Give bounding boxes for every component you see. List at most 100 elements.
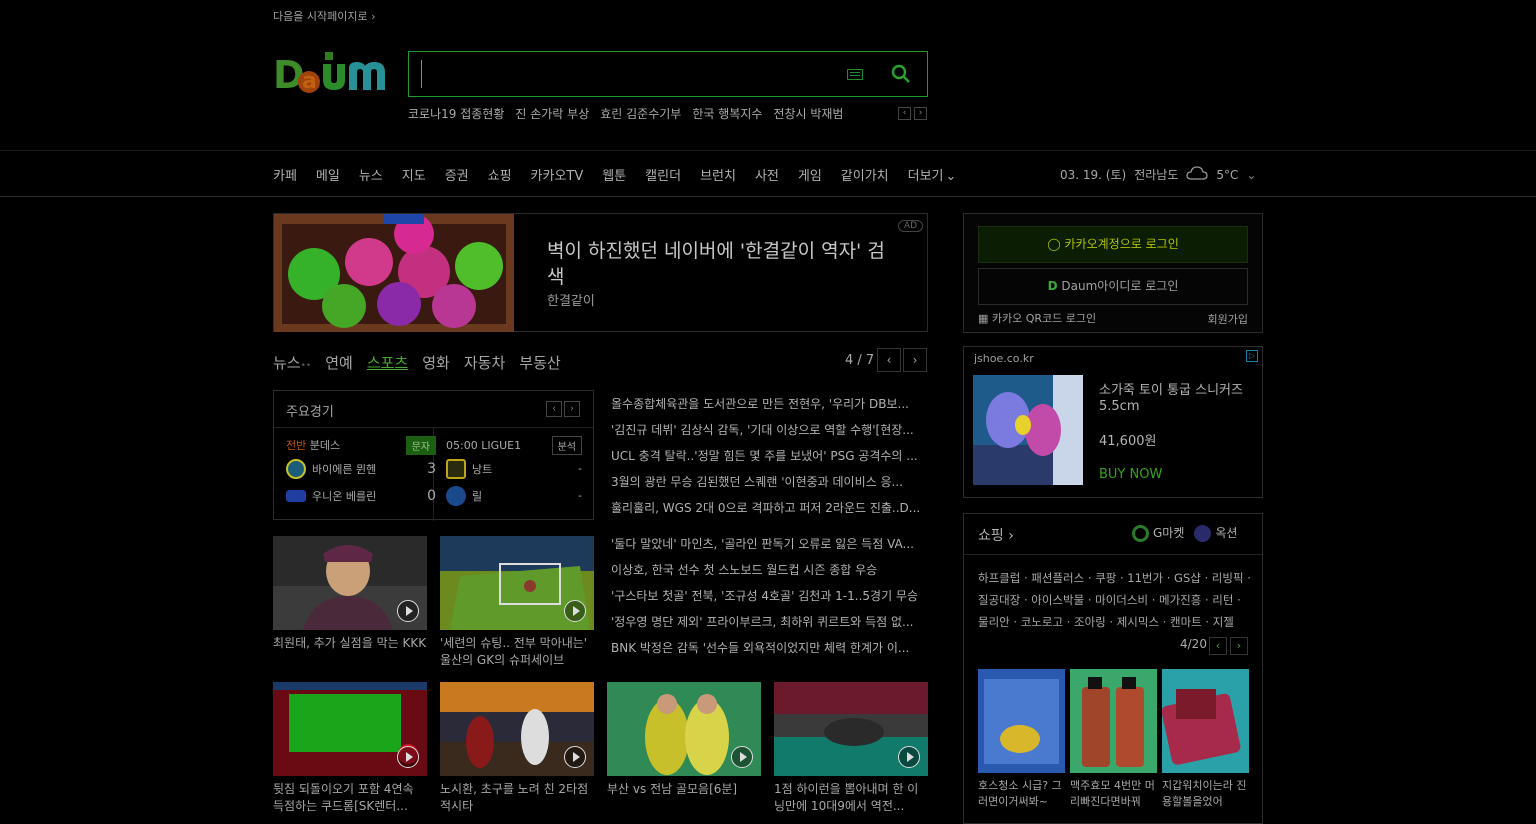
- video-thumb[interactable]: 노시환, 초구를 노려 친 2타점 적시타: [440, 682, 594, 815]
- tab-movie[interactable]: 영화: [422, 352, 450, 373]
- match-card[interactable]: 05:00 LIGUE1 분석 낭트 - 릴 -: [446, 435, 582, 509]
- kakao-login-button[interactable]: ◯ 카카오계정으로 로그인: [978, 226, 1248, 263]
- weather-temp: 5°C: [1216, 167, 1239, 182]
- trend-keyword[interactable]: 효린 김준수기부: [600, 105, 681, 122]
- match-card[interactable]: 전반 분데스 문자 바이에른 뮌헨 3 우니온 베를린 0: [286, 435, 436, 509]
- headline-item[interactable]: 올수종합체육관을 도서관으로 만든 전현우, '우리가 DB보...: [611, 397, 929, 423]
- play-icon: [397, 600, 419, 622]
- shopping-categories[interactable]: 하프클럽 · 패션플러스 · 쿠팡 · 11번가 · GS샵 · 리빙픽 · 질…: [978, 567, 1254, 633]
- gmarket-link[interactable]: G마켓: [1132, 524, 1184, 542]
- nav-item-news[interactable]: 뉴스: [359, 165, 383, 184]
- headline-item[interactable]: BNK 박정은 감독 '선수들 외욕적이었지만 체력 한계가 이...: [611, 641, 929, 667]
- match-time: 05:00: [446, 438, 478, 452]
- product-price: 41,600원: [1099, 434, 1157, 449]
- nav-item-shopping[interactable]: 쇼핑: [488, 165, 512, 184]
- speech-bubble-icon: ◯: [1047, 237, 1061, 251]
- auction-link[interactable]: 옥션: [1194, 524, 1237, 542]
- product-ad[interactable]: jshoe.co.kr ▷ 소가죽 토이 통굽 스니커즈 5.5cm 41,60…: [963, 346, 1263, 498]
- nav-item-dictionary[interactable]: 사전: [755, 165, 779, 184]
- match-text-badge[interactable]: 문자: [405, 435, 436, 455]
- headline-item[interactable]: 훌리훌리, WGS 2대 0으로 격파하고 퍼저 2라운드 진출..D...: [611, 501, 929, 527]
- nav-item-kakaotv[interactable]: 카카오TV: [531, 165, 584, 184]
- search-input[interactable]: [421, 60, 841, 88]
- chevron-down-icon[interactable]: ⌄: [1246, 168, 1256, 182]
- nav-item-map[interactable]: 지도: [402, 165, 426, 184]
- nav-item-stock[interactable]: 증권: [445, 165, 469, 184]
- nav-item-brunch[interactable]: 브런치: [700, 165, 736, 184]
- match-status: 전반 분데스: [286, 437, 340, 453]
- ad-info-icon[interactable]: ▷: [1246, 350, 1258, 362]
- ad-title[interactable]: 벽이 하진했던 네이버에 '한결같이 역자' 검색: [547, 238, 887, 290]
- headline-item[interactable]: '김진규 데뷔' 김상식 감독, '기대 이상으로 역할 수행'[현장...: [611, 423, 929, 449]
- daum-logo[interactable]: D a: [273, 50, 391, 98]
- video-thumb[interactable]: 부산 vs 전남 골모음[6분]: [607, 682, 761, 815]
- headline-item[interactable]: '정우영 명단 제외' 프라이부르크, 최하위 퀴르트와 득점 없...: [611, 615, 929, 641]
- set-homepage-link[interactable]: 다음을 시작페이지로 ›: [273, 8, 375, 24]
- nav-item-cafe[interactable]: 카페: [273, 165, 297, 184]
- nav-item-together[interactable]: 같이가치: [841, 165, 889, 184]
- gmarket-label: G마켓: [1153, 526, 1185, 540]
- games-prev-button[interactable]: ‹: [546, 401, 562, 417]
- tab-entertainment[interactable]: 연예: [325, 352, 353, 373]
- video-thumb[interactable]: 1점 하이런을 뽑아내며 한 이닝만에 10대9에서 역전...: [774, 682, 928, 815]
- nav-item-mail[interactable]: 메일: [316, 165, 340, 184]
- product-image: [1070, 669, 1157, 773]
- trend-prev-button[interactable]: ‹: [898, 107, 911, 120]
- thumb-image: [607, 682, 761, 776]
- nav-item-more[interactable]: 더보기 ⌄: [908, 165, 976, 184]
- headline-item[interactable]: '구스타보 첫골' 전북, '조규성 4호골' 김천과 1-1..5경기 무승: [611, 589, 929, 615]
- team-name: 우니온 베를린: [312, 489, 377, 503]
- video-thumb[interactable]: '세련의 슈팅.. 전부 막아내는' 울산의 GK의 슈퍼세이브: [440, 536, 594, 669]
- shopping-partners: G마켓 옥션: [1132, 524, 1237, 542]
- daum-icon: D: [1047, 279, 1058, 293]
- buy-now-link[interactable]: BUY NOW: [1099, 467, 1162, 482]
- tab-sports[interactable]: 스포츠: [367, 352, 408, 373]
- news-next-button[interactable]: ›: [903, 348, 927, 372]
- trend-keyword[interactable]: 진 손가락 부상: [515, 105, 589, 122]
- nav-item-webtoon[interactable]: 웹툰: [602, 165, 626, 184]
- shopping-next-button[interactable]: ›: [1230, 637, 1248, 655]
- trend-next-button[interactable]: ›: [914, 107, 927, 120]
- product-card[interactable]: 맥주효모 4번만 머리빠진다면바꿔: [1070, 669, 1157, 810]
- headline-item[interactable]: UCL 충격 탈락..'정말 힘든 몇 주를 보냈어' PSG 공격수의 ...: [611, 449, 929, 475]
- trend-keyword[interactable]: 코로나19 접종현황: [408, 105, 504, 122]
- auction-label: 옥션: [1215, 526, 1238, 540]
- headline-item[interactable]: 이상호, 한국 선수 첫 스노보드 월드컵 시즌 종합 우승: [611, 563, 929, 589]
- video-thumb[interactable]: 뒷짐 되돌이오기 포함 4연속 득점하는 쿠드롬[SK렌터...: [273, 682, 427, 815]
- banner-ad[interactable]: 벽이 하진했던 네이버에 '한결같이 역자' 검색 한결같이 AD: [273, 213, 928, 332]
- tab-realestate[interactable]: 부동산: [519, 352, 560, 373]
- search-icon[interactable]: [891, 64, 911, 84]
- tab-news-label: 뉴스: [273, 354, 301, 372]
- product-name[interactable]: 소가죽 토이 통굽 스니커즈 5.5cm: [1099, 383, 1259, 415]
- product-caption: 맥주효모 4번만 머리빠진다면바꿔: [1070, 779, 1155, 808]
- search-box: [408, 51, 928, 97]
- video-thumb[interactable]: 최원태, 추가 실점을 막는 KKK: [273, 536, 427, 669]
- shopping-title[interactable]: 쇼핑 ›: [978, 525, 1014, 545]
- gmarket-icon: [1132, 525, 1149, 542]
- keyboard-icon[interactable]: [847, 69, 863, 80]
- qr-login-link[interactable]: ▦ 카카오 QR코드 로그인: [978, 310, 1096, 326]
- shopping-prev-button[interactable]: ‹: [1209, 637, 1227, 655]
- team-logo: [446, 485, 466, 506]
- product-image: [1162, 669, 1249, 773]
- weather-widget[interactable]: 03. 19. (토) 전라남도 5°C ⌄: [1060, 165, 1256, 184]
- nav-item-calendar[interactable]: 캘린더: [645, 165, 681, 184]
- headline-item[interactable]: '둘다 말았네' 마인츠, '골라인 판독기 오류로 잃은 득점 VA...: [611, 537, 929, 563]
- trend-keyword[interactable]: 전창시 박재범: [773, 105, 843, 122]
- product-card[interactable]: 호스청소 시급? 그러면이거써봐~: [978, 669, 1065, 810]
- product-image: [973, 375, 1083, 485]
- weather-region: 전라남도: [1134, 168, 1179, 182]
- tab-news[interactable]: 뉴스••: [273, 352, 311, 373]
- games-next-button[interactable]: ›: [564, 401, 580, 417]
- nav-item-game[interactable]: 게임: [798, 165, 822, 184]
- product-card[interactable]: 지갑워치이는라 진용할볼을었어: [1162, 669, 1249, 810]
- play-icon: [564, 600, 586, 622]
- tab-auto[interactable]: 자동차: [464, 352, 505, 373]
- daum-login-button[interactable]: D Daum아이디로 로그인: [978, 268, 1248, 305]
- trend-keyword[interactable]: 한국 행복지수: [692, 105, 762, 122]
- news-prev-button[interactable]: ‹: [877, 348, 901, 372]
- signup-link[interactable]: 회원가입: [1208, 311, 1248, 327]
- headline-item[interactable]: 3월의 광란 무승 김된했던 스퀘랜 '이현중과 데이비스 응...: [611, 475, 929, 501]
- match-analysis-badge[interactable]: 분석: [551, 435, 582, 455]
- team-logo: [446, 458, 466, 479]
